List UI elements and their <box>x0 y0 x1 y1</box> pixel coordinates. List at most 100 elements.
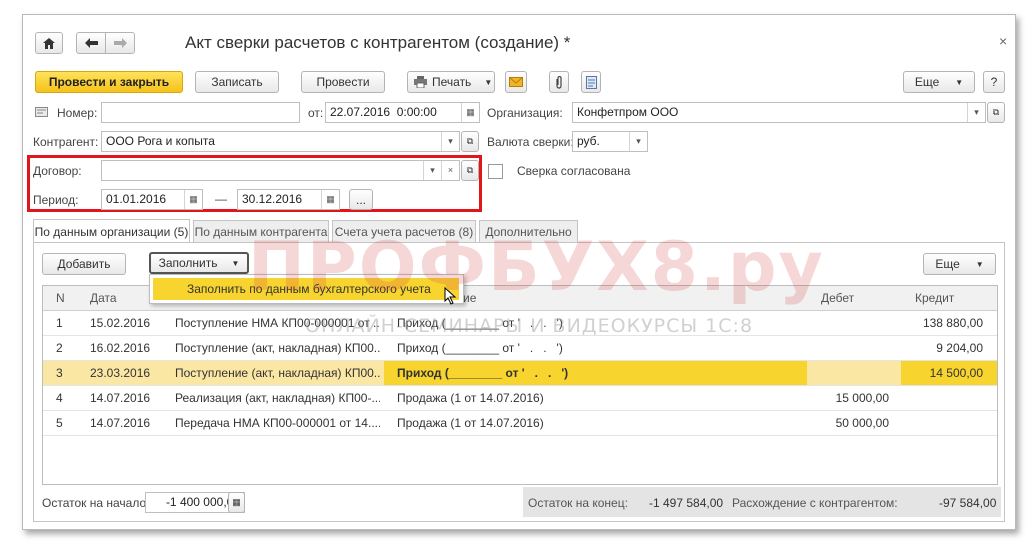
paperclip-icon <box>556 75 562 89</box>
attach-button[interactable] <box>549 71 569 93</box>
add-button[interactable]: Добавить <box>42 253 126 275</box>
printer-icon <box>414 76 427 88</box>
period-from-value: 01.01.2016 <box>106 192 167 206</box>
counterparty-value: ООО Рога и копыта <box>106 134 215 148</box>
table-more-label: Еще <box>935 257 960 271</box>
header-date: Дата <box>90 291 117 305</box>
document-structure-button[interactable] <box>581 71 601 93</box>
clear-icon[interactable]: × <box>441 161 459 180</box>
chevron-down-icon: ▼ <box>975 259 984 269</box>
currency-field[interactable]: руб. ▾ <box>572 131 648 152</box>
cell-document: Передача НМА КП00-000001 от 14.... <box>175 416 380 430</box>
cell-document: Поступление (акт, накладная) КП00... <box>175 341 380 355</box>
currency-value: руб. <box>577 134 600 148</box>
header-credit: Кредит <box>915 291 955 305</box>
period-select-button[interactable]: ... <box>349 189 373 210</box>
envelope-icon <box>509 77 523 87</box>
period-from-field[interactable]: 01.01.2016 ▦ <box>101 189 203 210</box>
open-contract-button[interactable]: ⧉ <box>461 160 479 181</box>
email-button[interactable] <box>505 71 527 93</box>
open-organization-button[interactable]: ⧉ <box>987 102 1005 123</box>
cell-document: Реализация (акт, накладная) КП00-... <box>175 391 380 405</box>
contract-field[interactable]: × ▾ <box>101 160 460 181</box>
table-row[interactable]: 5 14.07.2016 Передача НМА КП00-000001 от… <box>43 411 997 436</box>
close-icon[interactable]: × <box>999 33 1007 49</box>
cell-debit: 15 000,00 <box>835 391 889 405</box>
fill-label: Заполнить <box>158 256 218 270</box>
cell-date: 14.07.2016 <box>90 416 151 430</box>
cell-credit: 138 880,00 <box>922 316 983 330</box>
watermark-logo: ПРОФБУХ8.ру <box>248 228 825 307</box>
open-counterparty-button[interactable]: ⧉ <box>461 131 479 152</box>
calculator-button[interactable]: ▦ <box>228 492 245 513</box>
cell-n: 5 <box>56 416 63 430</box>
tab-organization-data[interactable]: По данным организации (5) <box>33 219 190 243</box>
cell-credit: 14 500,00 <box>929 366 983 380</box>
cell-date: 15.02.2016 <box>90 316 151 330</box>
agreed-checkbox[interactable] <box>488 164 503 179</box>
start-balance-label: Остаток на начало: <box>42 496 150 510</box>
chevron-down-icon: ▼ <box>484 77 493 87</box>
more-button[interactable]: Еще ▼ <box>903 71 975 93</box>
calendar-icon[interactable]: ▦ <box>184 190 202 209</box>
table-row-selected[interactable]: 3 23.03.2016 Поступление (акт, накладная… <box>43 361 997 386</box>
date-field[interactable]: 22.07.2016 0:00:00 ▦ <box>325 102 480 123</box>
agreed-label: Сверка согласована <box>517 164 631 178</box>
counterparty-label: Контрагент: <box>33 135 99 149</box>
back-button[interactable] <box>76 32 106 54</box>
currency-label: Валюта сверки: <box>487 135 574 149</box>
number-field[interactable] <box>101 102 300 123</box>
window-title: Акт сверки расчетов с контрагентом (созд… <box>185 33 571 52</box>
period-dash: — <box>215 192 227 206</box>
post-and-close-button[interactable]: Провести и закрыть <box>35 71 183 93</box>
cell-n: 3 <box>56 366 63 380</box>
number-icon <box>35 107 48 117</box>
document-icon <box>585 75 597 89</box>
dropdown-icon[interactable]: ▾ <box>423 161 441 180</box>
print-button[interactable]: Печать ▼ <box>407 71 495 93</box>
dropdown-icon[interactable]: ▾ <box>629 132 647 151</box>
cell-credit: 9 204,00 <box>936 341 983 355</box>
organization-field[interactable]: Конфетпром ООО ▾ <box>572 102 986 123</box>
chevron-down-icon: ▼ <box>955 77 964 87</box>
table-more-button[interactable]: Еще ▼ <box>923 253 996 275</box>
header-debit: Дебет <box>821 291 855 305</box>
cell-debit: 50 000,00 <box>835 416 889 430</box>
chevron-down-icon: ▼ <box>231 258 240 268</box>
cell-description: Продажа (1 от 14.07.2016) <box>397 391 544 405</box>
cell-n: 2 <box>56 341 63 355</box>
cell-n: 1 <box>56 316 63 330</box>
period-label: Период: <box>33 193 79 207</box>
save-button[interactable]: Записать <box>195 71 279 93</box>
period-to-value: 30.12.2016 <box>242 192 303 206</box>
cell-date: 14.07.2016 <box>90 391 151 405</box>
watermark-subtitle: ОНЛАЙН-СЕМИНАРЫ И ВИДЕОКУРСЫ 1С:8 <box>305 315 754 337</box>
dropdown-icon[interactable]: ▾ <box>441 132 459 151</box>
counterparty-field[interactable]: ООО Рога и копыта ▾ <box>101 131 460 152</box>
arrow-left-icon <box>84 38 98 48</box>
forward-button[interactable] <box>105 32 135 54</box>
cell-description: Приход (________ от ' . . ') <box>397 366 569 380</box>
cell-n: 4 <box>56 391 63 405</box>
fill-button[interactable]: Заполнить ▼ <box>149 252 249 274</box>
period-to-field[interactable]: 30.12.2016 ▦ <box>237 189 340 210</box>
dropdown-icon[interactable]: ▾ <box>967 103 985 122</box>
calendar-icon[interactable]: ▦ <box>321 190 339 209</box>
end-balance-value: -1 497 584,00 <box>649 496 724 510</box>
more-label: Еще <box>914 75 940 89</box>
date-value: 22.07.2016 0:00:00 <box>330 105 437 119</box>
cell-description: Продажа (1 от 14.07.2016) <box>397 416 544 430</box>
number-label: Номер: <box>57 106 98 120</box>
cell-description: Приход (________ от ' . . ') <box>397 341 563 355</box>
post-button[interactable]: Провести <box>301 71 385 93</box>
table-row[interactable]: 2 16.02.2016 Поступление (акт, накладная… <box>43 336 997 361</box>
home-button[interactable] <box>35 32 63 54</box>
help-button[interactable]: ? <box>983 71 1005 93</box>
organization-value: Конфетпром ООО <box>577 105 679 119</box>
difference-label: Расхождение с контрагентом: <box>732 496 898 510</box>
home-icon <box>43 37 55 49</box>
cell-date: 23.03.2016 <box>90 366 151 380</box>
organization-label: Организация: <box>487 106 563 120</box>
table-row[interactable]: 4 14.07.2016 Реализация (акт, накладная)… <box>43 386 997 411</box>
calendar-icon[interactable]: ▦ <box>461 103 479 122</box>
